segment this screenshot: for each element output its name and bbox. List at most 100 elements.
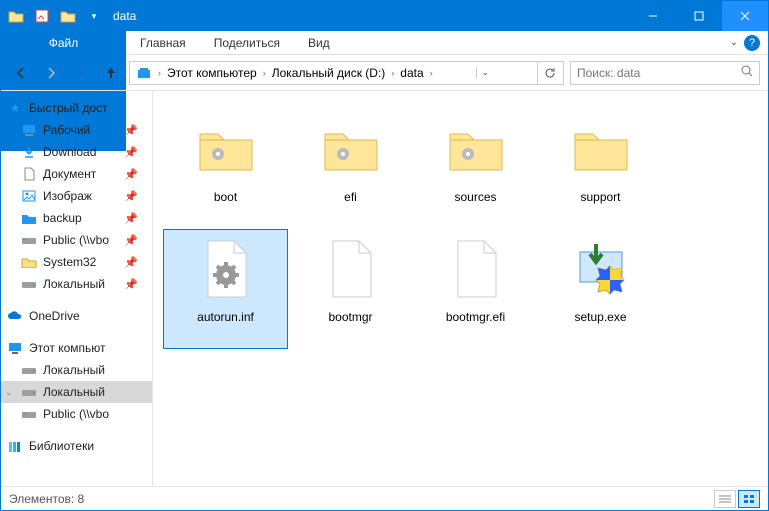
pin-icon: 📌 xyxy=(124,234,138,247)
file-name: autorun.inf xyxy=(197,310,254,324)
tree-drive[interactable]: Public (\\vbo xyxy=(1,403,152,425)
chevron-right-icon[interactable]: › xyxy=(158,68,161,78)
breadcrumb-segment[interactable]: data xyxy=(396,62,427,84)
file-item[interactable]: boot xyxy=(163,109,288,229)
chevron-right-icon[interactable]: › xyxy=(430,68,433,78)
file-name: boot xyxy=(214,190,237,204)
tree-item[interactable]: Документ📌 xyxy=(1,163,152,185)
file-type-icon xyxy=(316,234,386,304)
qat-dropdown-icon[interactable]: ▾ xyxy=(83,5,105,27)
search-input[interactable]: Поиск: data xyxy=(570,61,760,85)
back-button[interactable] xyxy=(9,61,33,85)
file-item[interactable]: setup.exe xyxy=(538,229,663,349)
tree-item[interactable]: System32📌 xyxy=(1,251,152,273)
tree-this-pc[interactable]: Этот компьют xyxy=(1,337,152,359)
qat-properties-icon[interactable] xyxy=(31,5,53,27)
tree-libraries[interactable]: Библиотеки xyxy=(1,435,152,457)
search-icon[interactable] xyxy=(741,65,753,80)
tree-item[interactable]: Download 📌 xyxy=(1,141,152,163)
search-placeholder: Поиск: data xyxy=(577,66,640,80)
drive-icon xyxy=(21,276,37,292)
tree-onedrive[interactable]: OneDrive xyxy=(1,305,152,327)
close-button[interactable] xyxy=(722,1,768,31)
view-details-button[interactable] xyxy=(714,490,736,508)
tab-share[interactable]: Поделиться xyxy=(200,31,294,54)
folder-icon xyxy=(21,254,37,270)
window-title: data xyxy=(113,9,136,23)
tree-item-label: Изображ xyxy=(43,189,92,203)
pin-icon: 📌 xyxy=(124,168,138,181)
file-list[interactable]: boot efi sources support autorun.inf bootmgr b… xyxy=(153,91,768,486)
item-count: Элементов: 8 xyxy=(9,492,84,506)
tree-item-label: Локальный xyxy=(43,277,105,291)
file-item[interactable]: sources xyxy=(413,109,538,229)
breadcrumb-segment[interactable]: Этот компьютер xyxy=(163,62,261,84)
file-type-icon xyxy=(191,114,261,184)
tab-view[interactable]: Вид xyxy=(294,31,344,54)
status-bar: Элементов: 8 xyxy=(1,486,768,510)
tree-item-label: backup xyxy=(43,211,82,225)
tree-item[interactable]: Локальный📌 xyxy=(1,273,152,295)
tree-item[interactable]: Public (\\vbo 📌 xyxy=(1,229,152,251)
view-icons-button[interactable] xyxy=(738,490,760,508)
file-item[interactable]: bootmgr xyxy=(288,229,413,349)
file-item[interactable]: bootmgr.efi xyxy=(413,229,538,349)
file-item[interactable]: autorun.inf xyxy=(163,229,288,349)
desktop-icon xyxy=(21,122,37,138)
star-icon: ★ xyxy=(7,100,23,116)
ribbon: Файл Главная Поделиться Вид ⌄ ? xyxy=(1,31,768,55)
chevron-right-icon[interactable]: › xyxy=(263,68,266,78)
tree-item[interactable]: Рабочий📌 xyxy=(1,119,152,141)
recent-dropdown[interactable]: ⌄ xyxy=(69,61,93,85)
tree-quick-access[interactable]: ★ Быстрый дост xyxy=(1,97,152,119)
ribbon-expand-icon[interactable]: ⌄ xyxy=(730,37,738,48)
downloads-icon xyxy=(21,144,37,160)
help-icon[interactable]: ? xyxy=(744,35,760,51)
tree-item-label: Download xyxy=(43,145,96,159)
refresh-button[interactable] xyxy=(537,61,561,85)
expander-icon[interactable]: ⌄ xyxy=(5,387,13,398)
file-name: efi xyxy=(344,190,357,204)
tree-item[interactable]: backup 📌 xyxy=(1,207,152,229)
breadcrumb-dropdown[interactable]: ⌄ xyxy=(476,67,494,78)
tree-item-label: Локальный xyxy=(43,363,105,377)
tree-drive[interactable]: Локальный xyxy=(1,359,152,381)
netdrive-icon xyxy=(21,232,37,248)
tab-home[interactable]: Главная xyxy=(126,31,200,54)
file-type-icon xyxy=(191,234,261,304)
file-name: setup.exe xyxy=(574,310,626,324)
chevron-right-icon[interactable]: › xyxy=(391,68,394,78)
address-bar: ⌄ › Этот компьютер › Локальный диск (D:)… xyxy=(1,55,768,91)
minimize-button[interactable] xyxy=(630,1,676,31)
file-type-icon xyxy=(566,114,636,184)
folder-blue-icon xyxy=(21,210,37,226)
navigation-tree: ★ Быстрый дост Рабочий📌Download📌Документ… xyxy=(1,91,153,486)
forward-button[interactable] xyxy=(39,61,63,85)
file-item[interactable]: support xyxy=(538,109,663,229)
up-button[interactable] xyxy=(99,61,123,85)
file-name: bootmgr xyxy=(328,310,372,324)
netdrive-icon xyxy=(21,406,37,422)
file-name: sources xyxy=(454,190,496,204)
pc-icon xyxy=(7,340,23,356)
maximize-button[interactable] xyxy=(676,1,722,31)
file-name: bootmgr.efi xyxy=(446,310,505,324)
file-type-icon xyxy=(441,114,511,184)
documents-icon xyxy=(21,166,37,182)
breadcrumb[interactable]: › Этот компьютер › Локальный диск (D:) ›… xyxy=(129,61,564,85)
libraries-icon xyxy=(7,438,23,454)
file-type-icon xyxy=(441,234,511,304)
pin-icon: 📌 xyxy=(124,212,138,225)
tree-item[interactable]: Изображ 📌 xyxy=(1,185,152,207)
pin-icon: 📌 xyxy=(124,190,138,203)
tree-item-label: Public (\\vbo xyxy=(43,233,109,247)
tree-drive[interactable]: ⌄Локальный xyxy=(1,381,152,403)
pin-icon: 📌 xyxy=(124,146,138,159)
folder-icon xyxy=(5,5,27,27)
qat-newfolder-icon[interactable] xyxy=(57,5,79,27)
breadcrumb-segment[interactable]: Локальный диск (D:) xyxy=(268,62,390,84)
file-name: support xyxy=(580,190,620,204)
drive-icon xyxy=(21,362,37,378)
breadcrumb-root-icon[interactable] xyxy=(132,62,156,84)
file-item[interactable]: efi xyxy=(288,109,413,229)
